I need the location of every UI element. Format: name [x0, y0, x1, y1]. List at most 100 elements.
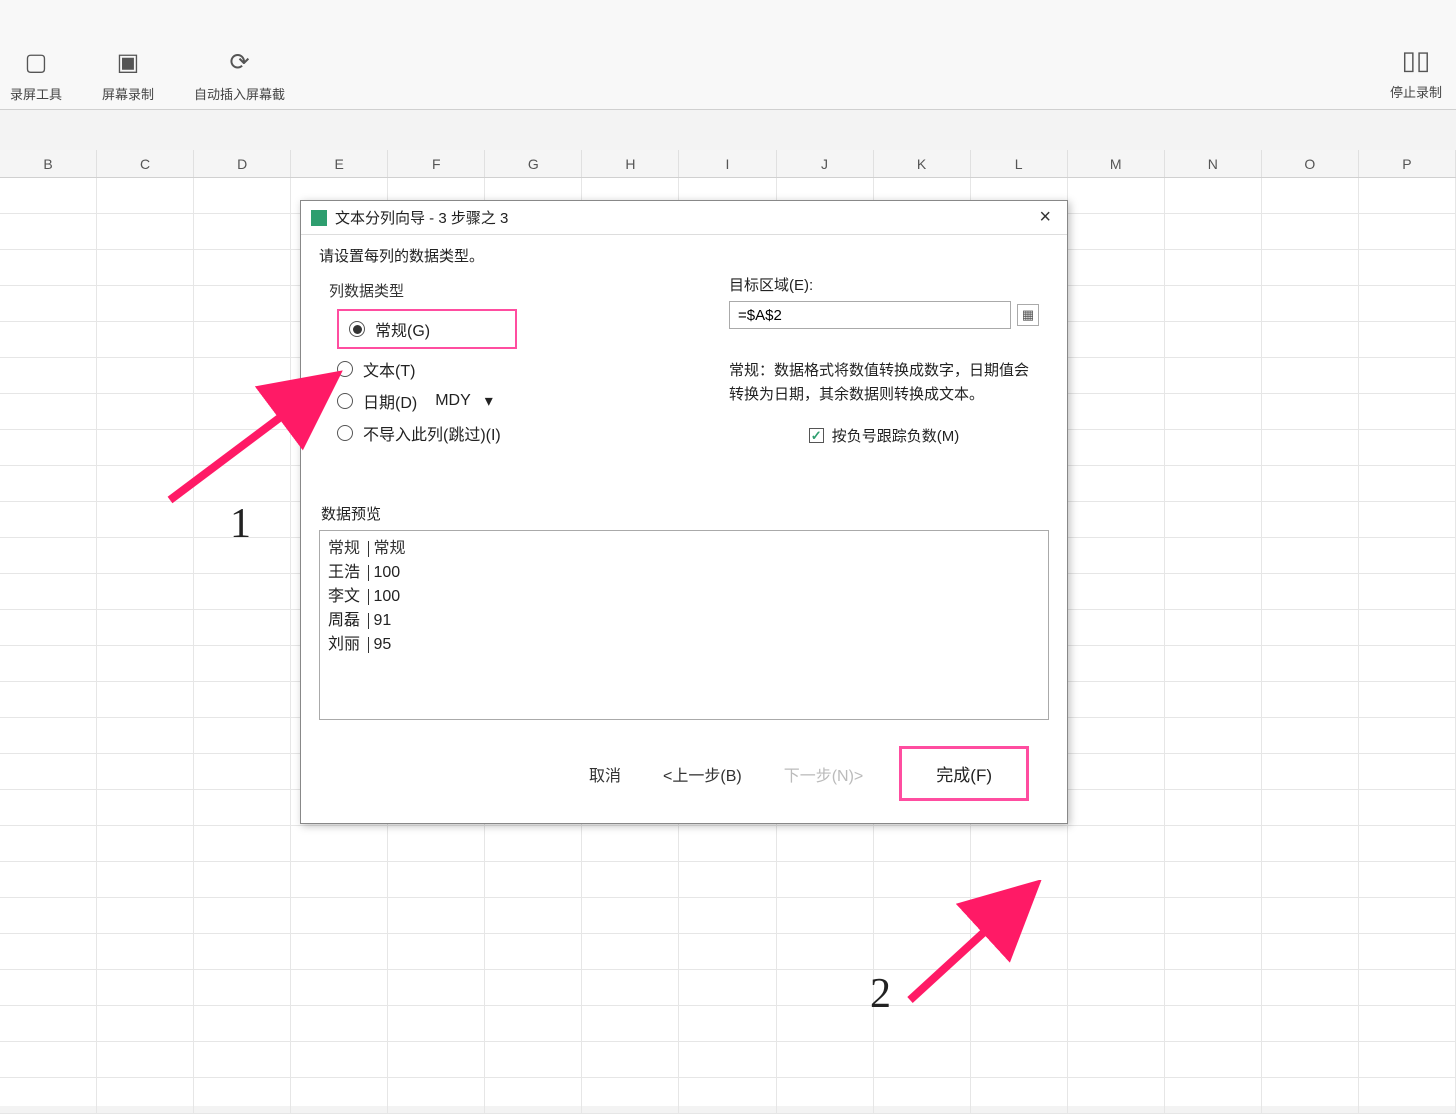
cell[interactable] [0, 1078, 97, 1113]
cell[interactable] [194, 322, 291, 357]
column-header[interactable]: M [1068, 150, 1165, 177]
grid-row[interactable] [0, 934, 1456, 970]
cell[interactable] [1359, 502, 1456, 537]
cell[interactable] [1262, 430, 1359, 465]
cell[interactable] [1262, 1042, 1359, 1077]
cell[interactable] [1068, 970, 1165, 1005]
cell[interactable] [1068, 934, 1165, 969]
cell[interactable] [1262, 214, 1359, 249]
cell[interactable] [0, 322, 97, 357]
cell[interactable] [679, 826, 776, 861]
cell[interactable] [194, 862, 291, 897]
cell[interactable] [1068, 214, 1165, 249]
cell[interactable] [97, 646, 194, 681]
cell[interactable] [0, 610, 97, 645]
cell[interactable] [1359, 286, 1456, 321]
cell[interactable] [679, 1078, 776, 1113]
cell[interactable] [971, 862, 1068, 897]
cell[interactable] [194, 682, 291, 717]
cell[interactable] [0, 646, 97, 681]
cell[interactable] [1165, 250, 1262, 285]
ribbon-item-3[interactable]: ⟳ 自动插入屏幕截 [194, 44, 285, 103]
cell[interactable] [1262, 574, 1359, 609]
cell[interactable] [97, 718, 194, 753]
cell[interactable] [97, 286, 194, 321]
column-header[interactable]: J [777, 150, 874, 177]
cell[interactable] [1262, 322, 1359, 357]
column-header[interactable]: K [874, 150, 971, 177]
cell[interactable] [1068, 394, 1165, 429]
cell[interactable] [97, 250, 194, 285]
cell[interactable] [194, 934, 291, 969]
cell[interactable] [1165, 610, 1262, 645]
grid-row[interactable] [0, 1042, 1456, 1078]
cell[interactable] [1359, 862, 1456, 897]
cell[interactable] [874, 970, 971, 1005]
grid-row[interactable] [0, 1078, 1456, 1114]
cell[interactable] [1359, 1078, 1456, 1113]
column-header[interactable]: N [1165, 150, 1262, 177]
cell[interactable] [194, 430, 291, 465]
cell[interactable] [582, 1006, 679, 1041]
cell[interactable] [1068, 322, 1165, 357]
cell[interactable] [97, 322, 194, 357]
cell[interactable] [194, 610, 291, 645]
cell[interactable] [1165, 574, 1262, 609]
cell[interactable] [388, 1078, 485, 1113]
cell[interactable] [1262, 826, 1359, 861]
ribbon-right-item[interactable]: ▯▯ 停止录制 [1390, 42, 1442, 101]
cell[interactable] [97, 682, 194, 717]
cell[interactable] [777, 898, 874, 933]
cell[interactable] [1068, 862, 1165, 897]
column-header[interactable]: H [582, 150, 679, 177]
cell[interactable] [194, 1042, 291, 1077]
cell[interactable] [1165, 286, 1262, 321]
cell[interactable] [777, 1042, 874, 1077]
cell[interactable] [1359, 790, 1456, 825]
cell[interactable] [1165, 1042, 1262, 1077]
close-icon[interactable]: × [1033, 206, 1057, 229]
cell[interactable] [0, 538, 97, 573]
cell[interactable] [1262, 754, 1359, 789]
cell[interactable] [97, 970, 194, 1005]
column-header[interactable]: C [97, 150, 194, 177]
cell[interactable] [1359, 250, 1456, 285]
cell[interactable] [582, 826, 679, 861]
cell[interactable] [0, 754, 97, 789]
cell[interactable] [0, 826, 97, 861]
cell[interactable] [1068, 790, 1165, 825]
cell[interactable] [1068, 826, 1165, 861]
cell[interactable] [0, 934, 97, 969]
cell[interactable] [1359, 574, 1456, 609]
cell[interactable] [1262, 250, 1359, 285]
column-header[interactable]: O [1262, 150, 1359, 177]
cell[interactable] [1165, 718, 1262, 753]
cell[interactable] [388, 970, 485, 1005]
column-header[interactable]: D [194, 150, 291, 177]
column-header[interactable]: I [679, 150, 776, 177]
cell[interactable] [1068, 682, 1165, 717]
cancel-button[interactable]: 取消 [583, 758, 627, 790]
cell[interactable] [194, 394, 291, 429]
cell[interactable] [97, 214, 194, 249]
cell[interactable] [194, 178, 291, 213]
cell[interactable] [1359, 754, 1456, 789]
cell[interactable] [679, 970, 776, 1005]
cell[interactable] [777, 862, 874, 897]
cell[interactable] [1262, 286, 1359, 321]
cell[interactable] [1165, 394, 1262, 429]
cell[interactable] [1262, 1078, 1359, 1113]
cell[interactable] [1068, 1078, 1165, 1113]
cell[interactable] [97, 610, 194, 645]
negative-checkbox-row[interactable]: ✓ 按负号跟踪负数(M) [729, 425, 1039, 446]
option-general[interactable]: 常规(G) [337, 309, 517, 349]
cell[interactable] [971, 898, 1068, 933]
cell[interactable] [1068, 466, 1165, 501]
cell[interactable] [582, 898, 679, 933]
cell[interactable] [485, 1078, 582, 1113]
cell[interactable] [1165, 178, 1262, 213]
cell[interactable] [874, 826, 971, 861]
cell[interactable] [1165, 538, 1262, 573]
cell[interactable] [0, 466, 97, 501]
cell[interactable] [777, 826, 874, 861]
